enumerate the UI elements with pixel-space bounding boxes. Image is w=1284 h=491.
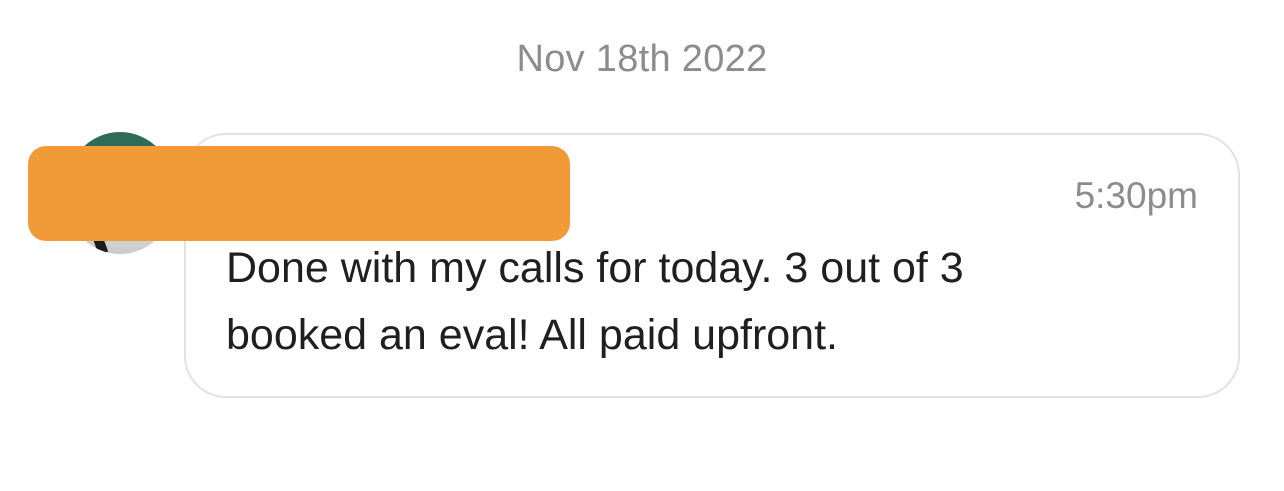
date-divider: Nov 18th 2022 <box>516 38 768 80</box>
message-text: Done with my calls for today. 3 out of 3… <box>226 244 964 359</box>
message-timestamp: 5:30pm <box>1074 175 1198 216</box>
sender-name-redaction <box>28 146 570 241</box>
